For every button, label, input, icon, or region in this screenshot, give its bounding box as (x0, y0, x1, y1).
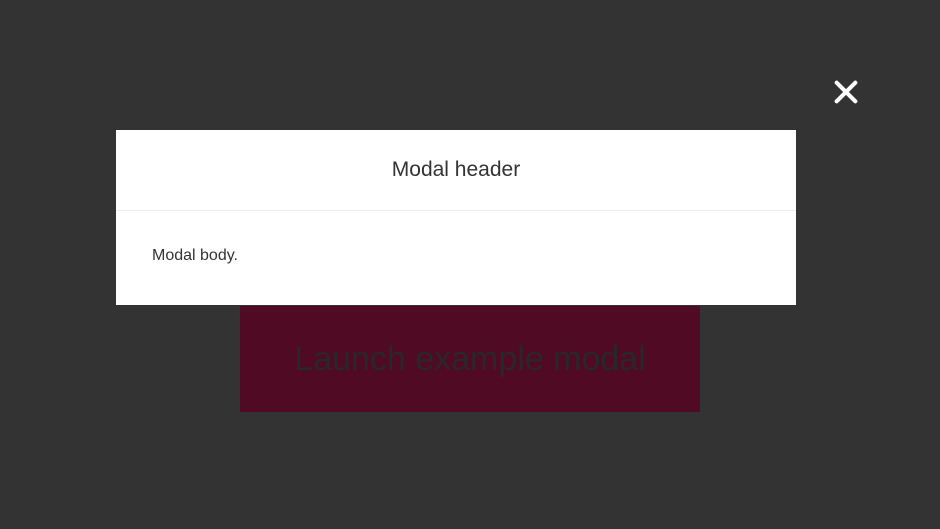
modal-header: Modal header (116, 130, 796, 211)
launch-button-label: Launch example modal (294, 340, 646, 379)
modal-dialog: Modal header Modal body. (116, 130, 796, 305)
close-button[interactable] (832, 78, 860, 106)
modal-body: Modal body. (116, 211, 796, 305)
launch-modal-button[interactable]: Launch example modal (240, 306, 700, 412)
close-icon (832, 93, 860, 110)
modal-body-text: Modal body. (152, 247, 238, 264)
modal-title: Modal header (136, 158, 776, 182)
